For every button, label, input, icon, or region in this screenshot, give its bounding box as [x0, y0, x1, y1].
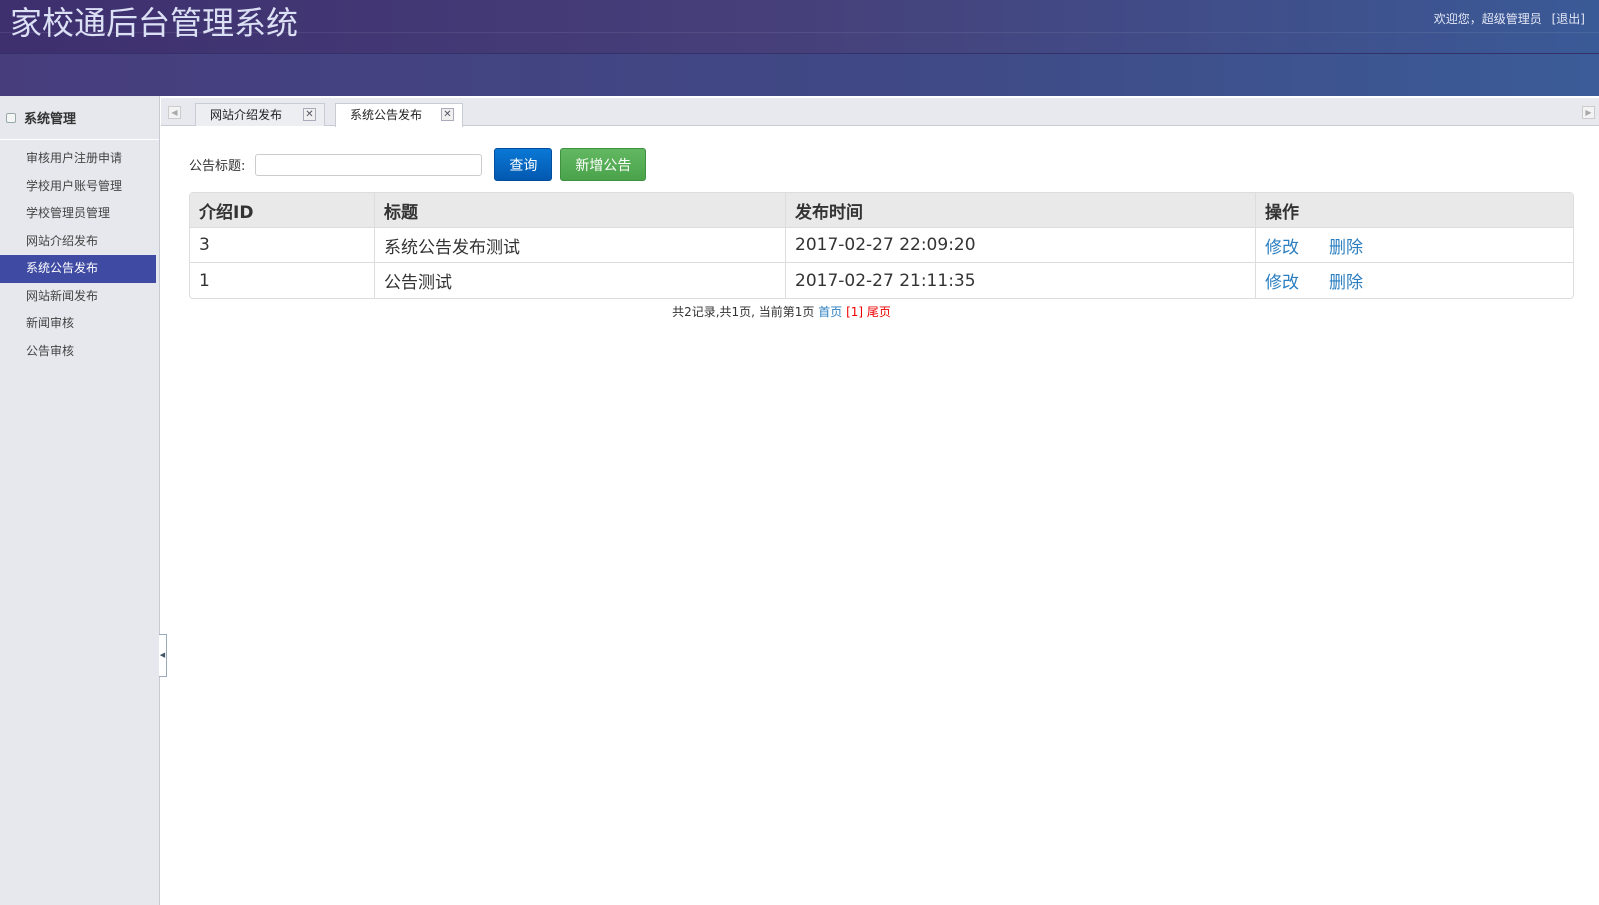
welcome-text: 欢迎您，超级管理员	[1433, 12, 1542, 26]
search-bar: 公告标题: 查询 新增公告	[189, 148, 1574, 181]
query-button[interactable]: 查询	[494, 148, 553, 181]
cell-actions: 修改 删除	[1255, 228, 1573, 263]
tab-label: 网站介绍发布	[210, 108, 283, 122]
table-row: 1 公告测试 2017-02-27 21:11:35 修改 删除	[190, 263, 1573, 298]
sidebar-item[interactable]: 学校用户账号管理	[0, 173, 156, 201]
cell-id: 1	[199, 270, 210, 291]
add-notice-button[interactable]: 新增公告	[560, 148, 647, 181]
sidebar: 系统管理 审核用户注册申请 学校用户账号管理 学校管理员管理 网站介绍发布 系统…	[0, 96, 160, 905]
cell-title: 系统公告发布测试	[374, 228, 785, 263]
close-icon[interactable]: ✕	[303, 108, 316, 121]
group-label: 系统管理	[24, 112, 77, 127]
cell-actions: 修改 删除	[1255, 263, 1573, 298]
sidebar-collapse-handle[interactable]: ◀	[159, 634, 167, 677]
edit-link[interactable]: 修改	[1265, 273, 1299, 293]
sidebar-item[interactable]: 审核用户注册申请	[0, 145, 156, 173]
cell-time: 2017-02-27 22:09:20	[785, 228, 1255, 263]
logout-link[interactable]: [退出]	[1552, 12, 1585, 26]
sidebar-item[interactable]: 网站介绍发布	[0, 228, 156, 256]
scroll-left-icon[interactable]: ◀	[168, 106, 181, 119]
first-page-link[interactable]: 首页	[818, 305, 842, 319]
cell-id: 3	[190, 228, 374, 263]
notice-table: 介绍ID 标题 发布时间 操作 3 系统公告发布测试 2017-02-27 22…	[189, 192, 1574, 299]
close-icon[interactable]: ✕	[441, 108, 454, 121]
user-info: 欢迎您，超级管理员 [退出]	[1434, 10, 1585, 27]
sidebar-item[interactable]: 公告审核	[0, 338, 156, 366]
header: 家校通后台管理系统 欢迎您，超级管理员 [退出]	[0, 0, 1599, 96]
last-page-link[interactable]: 尾页	[867, 305, 891, 319]
app-title: 家校通后台管理系统	[10, 4, 299, 42]
sidebar-item-active[interactable]: 系统公告发布	[0, 255, 156, 283]
delete-link[interactable]: 删除	[1329, 238, 1363, 258]
column-header: 介绍ID	[190, 193, 374, 228]
collapse-icon	[6, 112, 16, 123]
edit-link[interactable]: 修改	[1265, 238, 1299, 258]
column-header: 标题	[374, 193, 785, 228]
delete-link[interactable]: 删除	[1329, 273, 1363, 293]
sidebar-item[interactable]: 网站新闻发布	[0, 283, 156, 311]
scroll-right-icon[interactable]: ▶	[1582, 106, 1595, 119]
column-header: 发布时间	[785, 193, 1255, 228]
cell-title: 公告测试	[374, 263, 785, 298]
tab-site-intro[interactable]: 网站介绍发布 ✕	[195, 103, 325, 126]
sidebar-item[interactable]: 学校管理员管理	[0, 200, 156, 228]
tab-system-notice[interactable]: 系统公告发布 ✕	[335, 103, 463, 127]
current-page[interactable]: [1]	[846, 305, 863, 319]
sidebar-item[interactable]: 新闻审核	[0, 310, 156, 338]
sidebar-group-system[interactable]: 系统管理	[0, 96, 159, 140]
tab-bar: ◀ 网站介绍发布 ✕ 系统公告发布 ✕ ▶	[161, 98, 1599, 127]
search-label: 公告标题:	[189, 159, 246, 174]
cell-time: 2017-02-27 21:11:35	[785, 263, 1255, 298]
pager-summary: 共2记录,共1页, 当前第1页	[672, 305, 815, 319]
column-header: 操作	[1255, 193, 1573, 228]
pagination: 共2记录,共1页, 当前第1页 首页 [1] 尾页	[189, 303, 1574, 320]
title-search-input[interactable]	[255, 153, 483, 176]
tab-label: 系统公告发布	[350, 108, 423, 122]
main-content: 公告标题: 查询 新增公告 介绍ID 标题 发布时间 操作 3 系统公告发布测试…	[189, 148, 1574, 320]
table-row: 3 系统公告发布测试 2017-02-27 22:09:20 修改 删除	[190, 228, 1573, 263]
